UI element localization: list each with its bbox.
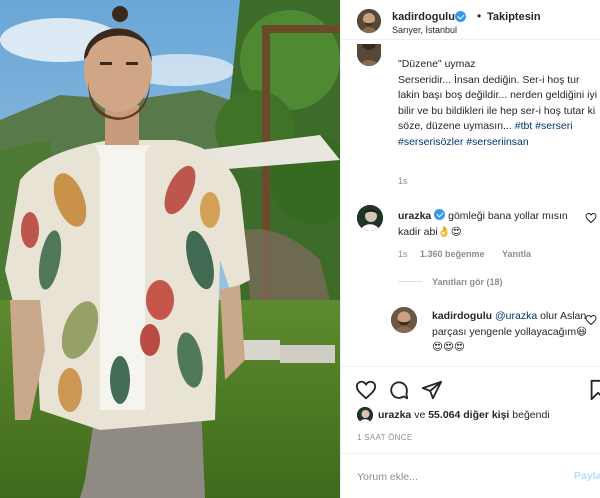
- caption-timestamp[interactable]: 1s: [398, 176, 408, 186]
- paper-plane-icon[interactable]: [421, 379, 443, 401]
- post-photo[interactable]: [0, 0, 340, 498]
- post-time-ago[interactable]: 1 SAAT ÖNCE: [357, 433, 412, 442]
- verified-badge-icon: [434, 209, 446, 220]
- comment-username[interactable]: urazka: [398, 210, 431, 222]
- follow-status-button[interactable]: Takiptesin: [487, 11, 541, 23]
- avatar[interactable]: [391, 307, 417, 333]
- add-comment-bar: Paylaş: [341, 453, 600, 498]
- avatar[interactable]: [357, 44, 381, 66]
- bookmark-icon[interactable]: [587, 379, 600, 401]
- comment-likes[interactable]: 1.360 beğenme: [420, 249, 485, 259]
- caption-first-line: "Düzene" uymaz: [398, 58, 476, 70]
- view-replies-toggle[interactable]: Yanıtları gör (18): [398, 277, 503, 287]
- post-header: kadirdogulu • Takiptesin Sarıyer, İstanb…: [341, 0, 600, 40]
- author-username[interactable]: kadirdogulu: [392, 11, 455, 23]
- liked-by-summary: urazka ve 55.064 diğer kişi beğendi: [378, 409, 550, 421]
- verified-badge-icon: [455, 11, 466, 22]
- post-side-panel: kadirdogulu • Takiptesin Sarıyer, İstanb…: [340, 0, 600, 498]
- liked-by-suffix: beğendi: [512, 409, 550, 421]
- comment-input[interactable]: [357, 468, 557, 486]
- post-comment-button[interactable]: Paylaş: [574, 470, 600, 482]
- reply-mention[interactable]: @urazka: [495, 310, 537, 322]
- divider: [398, 281, 422, 282]
- reply-comment: kadirdogulu @urazka olur Aslan parçası y…: [432, 309, 592, 356]
- comment-heart-icon[interactable]: [585, 212, 597, 224]
- comment-icon[interactable]: [388, 379, 410, 401]
- reply-button[interactable]: Yanıtla: [502, 249, 531, 259]
- location-link[interactable]: Sarıyer, İstanbul: [392, 25, 457, 35]
- liked-by-others[interactable]: 55.064 diğer kişi: [428, 409, 509, 421]
- liked-by-username[interactable]: urazka: [378, 409, 411, 421]
- reply-heart-icon[interactable]: [585, 314, 597, 326]
- post-caption: "Düzene" uymaz Serseridir... İnsan dediğ…: [398, 57, 600, 151]
- post-actions: urazka ve 55.064 diğer kişi beğendi 1 SA…: [341, 366, 600, 498]
- heart-icon[interactable]: [355, 379, 377, 401]
- avatar[interactable]: [357, 407, 373, 423]
- comment-time[interactable]: 1s: [398, 249, 408, 259]
- reply-username[interactable]: kadirdogulu: [432, 310, 492, 322]
- separator-dot: •: [477, 9, 482, 23]
- view-replies-label: Yanıtları gör (18): [432, 277, 503, 287]
- comment: urazka gömleği bana yollar mısın kadir a…: [398, 209, 583, 240]
- avatar[interactable]: [357, 205, 383, 231]
- avatar[interactable]: [357, 9, 381, 33]
- liked-by-connector: ve: [414, 409, 426, 421]
